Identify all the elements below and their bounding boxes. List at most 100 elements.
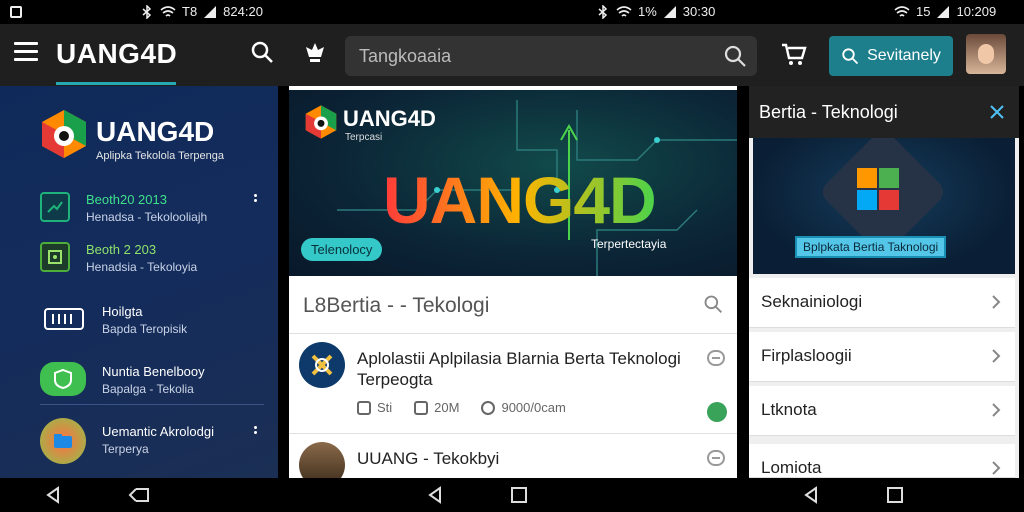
- search-icon[interactable]: [723, 44, 747, 68]
- panel-title: Bertia - Teknologi: [759, 102, 898, 122]
- back-icon[interactable]: [802, 486, 820, 504]
- divider: [40, 404, 264, 405]
- banner-tag: Terpcasi: [345, 132, 383, 143]
- chart-icon: [40, 192, 70, 222]
- home-icon[interactable]: [886, 486, 904, 504]
- sidebar-item-title: Uemantic Akrolodgi: [102, 424, 214, 439]
- panel-list-item[interactable]: Firplasloogii: [749, 332, 1015, 382]
- home-icon[interactable]: [510, 486, 528, 504]
- signal-icon: [663, 5, 676, 18]
- sidebar-item-title: Nuntia Benelbooy: [102, 364, 205, 379]
- chevron-right-icon: [992, 349, 1001, 363]
- search-input[interactable]: [359, 44, 719, 68]
- main-feed: UANG4D Terpcasi UANG4D Telenolocy Terper…: [289, 86, 737, 488]
- banner-pill[interactable]: Telenolocy: [301, 238, 383, 261]
- sidebar-item-subtitle: Terperya: [102, 442, 149, 456]
- status-time-right: 10:209: [956, 4, 997, 19]
- system-nav-bar: [0, 478, 1024, 512]
- banner-headline: UANG4D: [383, 163, 657, 237]
- section-header: L8Bertia - - Tekologi: [289, 282, 737, 334]
- more-icon[interactable]: [254, 426, 258, 440]
- sidebar-item-3[interactable]: Nuntia Benelbooy Bapalga - Tekolia: [40, 360, 270, 408]
- sidebar-item-subtitle: Bapalga - Tekolia: [102, 382, 194, 396]
- status-network-text: T8: [182, 4, 198, 19]
- status-bar: T8 824:20 1% 30:30 15 10:209: [0, 0, 1024, 24]
- panel-image[interactable]: Bplpkata Bertia Taknologi: [753, 138, 1015, 274]
- app-logo[interactable]: UANG4D: [56, 38, 177, 70]
- meta-item: 20M: [434, 400, 460, 415]
- panel-item-label: Seknainiologi: [761, 292, 863, 311]
- meta-item: Sti: [377, 400, 393, 415]
- article-card[interactable]: Aplolastii Aplpilasia Blarnia Berta Tekn…: [289, 334, 737, 434]
- image-icon: [40, 242, 70, 272]
- article-title[interactable]: UUANG - Tekokbyi: [357, 448, 697, 469]
- sidebar-item-title: Hoilgta: [102, 304, 143, 319]
- status-time-center: 30:30: [682, 4, 716, 19]
- more-icon[interactable]: [254, 194, 258, 208]
- sidebar-item-title: Beoth 2 203: [86, 242, 157, 257]
- wifi-icon: [894, 5, 910, 17]
- banner-note: Terpertectayia: [591, 237, 667, 251]
- chevron-right-icon: [992, 403, 1001, 417]
- app-bar: UANG4D Sevitanely: [0, 24, 1024, 86]
- banner-brand: UANG4D: [343, 106, 436, 131]
- wifi-icon: [616, 5, 632, 17]
- search-button-label: Sevitanely: [867, 47, 941, 64]
- sidebar-item-4[interactable]: Uemantic Akrolodgi Terperya: [40, 418, 270, 468]
- status-time-left: 824:20: [223, 4, 263, 19]
- panel-item-label: Ltknota: [761, 400, 817, 419]
- status-right: 15 10:209: [894, 4, 996, 19]
- sidebar-item-2[interactable]: Hoilgta Bapda Teropisik: [40, 300, 270, 348]
- image-caption: Bplpkata Bertia Taknologi: [795, 236, 947, 258]
- panel-list-item[interactable]: Seknainiologi: [749, 278, 1015, 328]
- menu-icon[interactable]: [14, 42, 38, 62]
- recents-icon[interactable]: [128, 486, 150, 504]
- search-icon: [842, 48, 859, 65]
- puzzle-icon: [857, 168, 899, 210]
- meta-item: 9000/0cam: [501, 400, 566, 415]
- hero-banner[interactable]: UANG4D Terpcasi UANG4D Telenolocy Terper…: [289, 90, 737, 276]
- close-icon[interactable]: [989, 104, 1005, 120]
- panel-list-item[interactable]: Lomiota: [749, 444, 1015, 478]
- comment-icon[interactable]: [707, 350, 725, 366]
- chevron-right-icon: [992, 461, 1001, 475]
- signal-icon: [937, 5, 950, 18]
- panel-header: Bertia - Teknologi: [749, 86, 1019, 138]
- back-icon[interactable]: [44, 486, 62, 504]
- pin-icon: [357, 400, 371, 415]
- article-card[interactable]: UUANG - Tekokbyi: [289, 434, 737, 488]
- avatar[interactable]: [966, 34, 1006, 74]
- search-icon[interactable]: [703, 294, 723, 314]
- shield-icon: [40, 362, 86, 396]
- article-thumbnail: [299, 342, 345, 388]
- crown-icon[interactable]: [302, 40, 328, 66]
- search-icon[interactable]: [250, 40, 274, 64]
- sidebar-item-subtitle: Henadsa - Tekolooliajh: [86, 210, 208, 224]
- bluetooth-icon: [598, 4, 608, 19]
- panel-item-label: Lomiota: [761, 458, 822, 477]
- sidebar: UANG4D Aplipka Tekolola Terpenga Beoth20…: [0, 86, 278, 478]
- sidebar-item-1[interactable]: Beoth 2 203 Henadsia - Tekoloyia: [40, 238, 270, 286]
- status-center: 1% 30:30: [596, 4, 715, 19]
- sidebar-item-0[interactable]: Beoth20 2013 Henadsa - Tekolooliajh: [40, 188, 270, 236]
- folder-icon: [40, 418, 86, 464]
- panel-list-item[interactable]: Ltknota: [749, 386, 1015, 436]
- comment-icon[interactable]: [707, 450, 725, 466]
- search-button[interactable]: Sevitanely: [829, 36, 953, 76]
- status-battery-right: 15: [916, 4, 931, 19]
- wifi-icon: [160, 5, 176, 17]
- verified-badge-icon: [707, 402, 727, 422]
- signal-icon: [204, 5, 217, 18]
- scan-icon: [44, 308, 84, 330]
- right-panel: Bertia - Teknologi Bplpkata Bertia Takno…: [749, 86, 1019, 478]
- bluetooth-icon: [142, 4, 152, 19]
- status-battery-center: 1%: [638, 4, 657, 19]
- back-icon[interactable]: [426, 486, 444, 504]
- article-title[interactable]: Aplolastii Aplpilasia Blarnia Berta Tekn…: [357, 348, 697, 390]
- brand-logo-icon: [42, 110, 86, 158]
- sidebar-brand: UANG4D: [96, 116, 215, 147]
- panel-item-label: Firplasloogii: [761, 346, 852, 365]
- cart-icon[interactable]: [780, 42, 808, 68]
- comment-icon: [481, 400, 496, 415]
- sidebar-item-title: Beoth20 2013: [86, 192, 167, 207]
